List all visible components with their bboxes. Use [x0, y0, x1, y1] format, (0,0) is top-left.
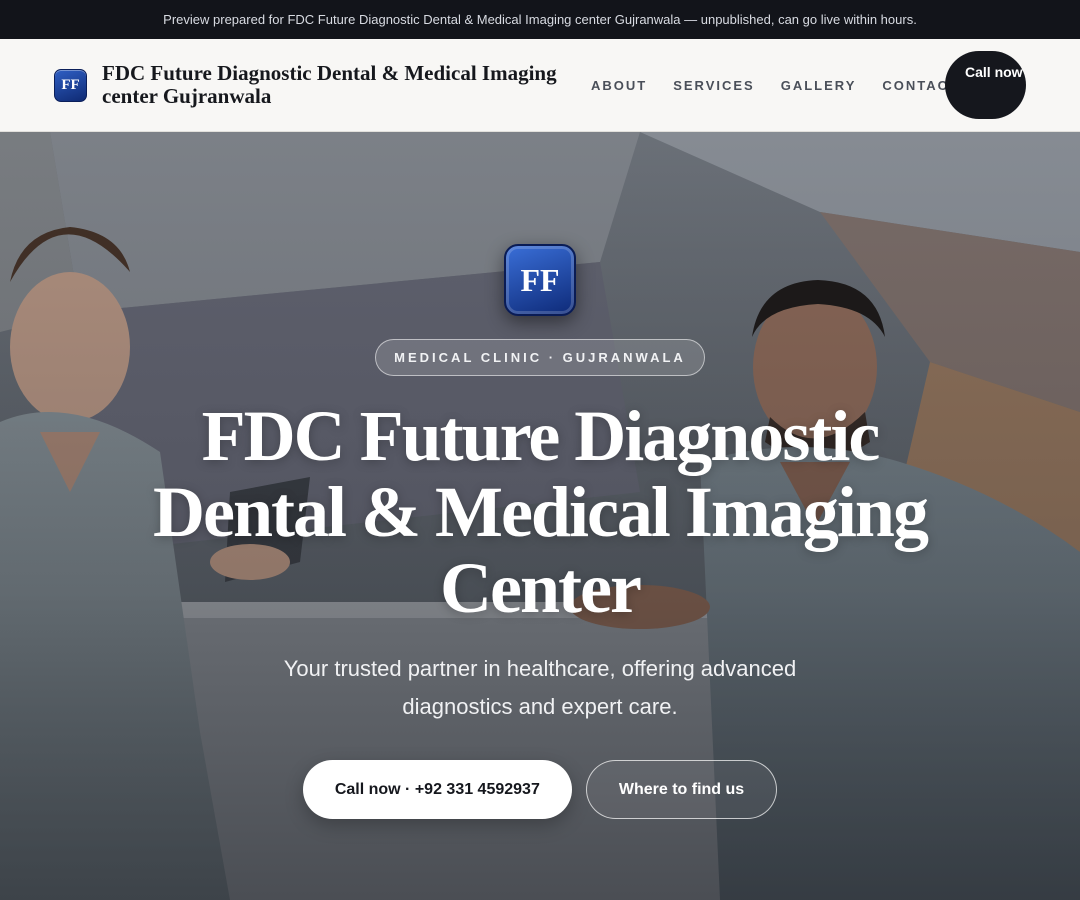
- nav-link-services[interactable]: SERVICES: [673, 78, 755, 93]
- preview-banner: Preview prepared for FDC Future Diagnost…: [0, 0, 1080, 39]
- category-badge: MEDICAL CLINIC · GUJRANWALA: [375, 339, 705, 376]
- site-header: FF FDC Future Diagnostic Dental & Medica…: [0, 39, 1080, 132]
- category-badge-text: MEDICAL CLINIC · GUJRANWALA: [394, 350, 686, 365]
- nav-link-gallery[interactable]: GALLERY: [781, 78, 857, 93]
- hero-logo-icon: FF: [504, 244, 576, 316]
- header-call-button[interactable]: Call now: [945, 51, 1026, 119]
- hero-title: FDC Future Diagnostic Dental & Medical I…: [153, 396, 929, 628]
- nav-link-about[interactable]: ABOUT: [591, 78, 647, 93]
- call-now-button[interactable]: Call now · +92 331 4592937: [302, 760, 572, 819]
- hero-actions: Call now · +92 331 4592937 Where to find…: [302, 760, 778, 819]
- main-nav: ABOUT SERVICES GALLERY CONTACT: [591, 39, 985, 132]
- hero-subtitle: Your trusted partner in healthcare, offe…: [283, 656, 797, 719]
- logo-icon[interactable]: FF: [54, 68, 87, 102]
- brand-name[interactable]: FDC Future Diagnostic Dental & Medical I…: [102, 62, 592, 108]
- find-us-button[interactable]: Where to find us: [585, 760, 778, 819]
- hero-content: FF MEDICAL CLINIC · GUJRANWALA FDC Futur…: [0, 132, 1080, 900]
- hero-section: FF MEDICAL CLINIC · GUJRANWALA FDC Futur…: [0, 132, 1080, 900]
- preview-banner-text: Preview prepared for FDC Future Diagnost…: [163, 12, 917, 27]
